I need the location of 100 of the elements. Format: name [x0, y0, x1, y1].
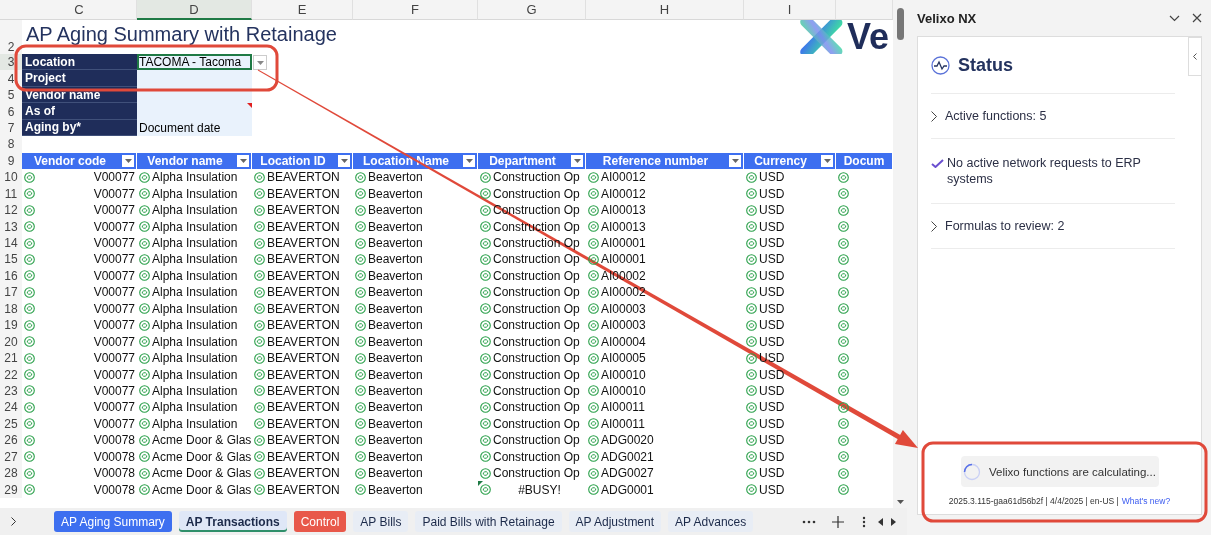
- dropdown-button[interactable]: [253, 55, 267, 70]
- sheet-tab[interactable]: AP Adjustment: [568, 511, 662, 532]
- table-cell: V00077: [22, 267, 137, 285]
- refresh-icon: [480, 434, 491, 446]
- options-icon[interactable]: [862, 515, 866, 528]
- caret-icon: [340, 158, 348, 163]
- row-number[interactable]: 22: [0, 366, 22, 383]
- row-number[interactable]: 24: [0, 399, 22, 416]
- filter-dropdown-icon[interactable]: [463, 154, 475, 167]
- filter-dropdown-icon[interactable]: [237, 154, 249, 167]
- column-header[interactable]: I: [744, 0, 836, 20]
- row-number[interactable]: 10: [0, 169, 22, 186]
- status-item[interactable]: Formulas to review: 2: [945, 218, 1065, 234]
- table-header[interactable]: Vendor code: [22, 152, 137, 170]
- filter-value[interactable]: TACOMA - Tacoma: [137, 54, 252, 71]
- refresh-icon: [24, 303, 35, 315]
- row-number[interactable]: 29: [0, 481, 22, 498]
- filter-label: Location: [22, 54, 137, 71]
- table-header[interactable]: Vendor name: [137, 152, 252, 170]
- chevron-right-icon[interactable]: [931, 220, 937, 232]
- close-icon[interactable]: [1192, 13, 1202, 23]
- chevron-down-icon[interactable]: [1169, 14, 1180, 22]
- table-cell: Construction Op: [478, 464, 586, 482]
- refresh-icon: [588, 286, 599, 298]
- refresh-icon: [588, 451, 599, 463]
- refresh-icon: [254, 352, 265, 364]
- add-sheet-icon[interactable]: [832, 515, 844, 528]
- sheet-tab[interactable]: Control: [293, 511, 347, 532]
- refresh-icon: [355, 253, 366, 265]
- scrollbar-thumb[interactable]: [896, 8, 904, 40]
- table-cell: Alpha Insulation: [137, 201, 252, 219]
- refresh-icon: [139, 171, 150, 183]
- table-cell: USD: [744, 185, 836, 202]
- row-number[interactable]: 4: [0, 70, 22, 87]
- refresh-icon: [588, 418, 599, 430]
- row-number[interactable]: 19: [0, 317, 22, 334]
- refresh-icon: [24, 253, 35, 265]
- column-header[interactable]: C: [22, 0, 137, 20]
- column-header[interactable]: H: [586, 0, 744, 20]
- refresh-icon: [588, 484, 599, 496]
- row-number[interactable]: 8: [0, 136, 22, 153]
- sheet-tab[interactable]: AP Bills: [353, 511, 409, 532]
- column-header[interactable]: F: [353, 0, 478, 20]
- chevron-right-icon[interactable]: [11, 517, 16, 526]
- status-item[interactable]: Active functions: 5: [945, 108, 1047, 124]
- row-number[interactable]: 17: [0, 284, 22, 301]
- more-icon[interactable]: [802, 519, 816, 524]
- sheet-tab[interactable]: AP Aging Summary: [54, 511, 172, 532]
- filter-dropdown-icon[interactable]: [729, 154, 741, 167]
- table-cell: Beaverton: [353, 481, 478, 498]
- sheet-tab[interactable]: AP Advances: [668, 511, 754, 532]
- table-cell: Construction Op: [478, 251, 586, 268]
- scroll-arrows-icon[interactable]: [878, 517, 896, 526]
- sheet-tab[interactable]: AP Transactions: [178, 511, 287, 532]
- table-header[interactable]: Currency: [744, 152, 836, 170]
- column-header[interactable]: G: [478, 0, 586, 20]
- table-cell: AI00004: [586, 333, 744, 350]
- refresh-icon: [24, 484, 35, 496]
- filter-dropdown-icon[interactable]: [571, 154, 583, 167]
- refresh-icon: [746, 237, 757, 249]
- table-header[interactable]: Department: [478, 152, 586, 170]
- caret-icon: [465, 158, 473, 163]
- table-cell: Beaverton: [353, 317, 478, 334]
- filter-dropdown-icon[interactable]: [338, 154, 350, 167]
- table-cell: V00078: [22, 464, 137, 482]
- table-cell: BEAVERTON: [252, 251, 353, 268]
- table-header[interactable]: Location Name: [353, 152, 478, 170]
- row-number[interactable]: 3: [0, 54, 22, 71]
- sheet-tab[interactable]: Paid Bills with Retainage: [415, 511, 562, 532]
- refresh-icon: [254, 369, 265, 381]
- refresh-icon: [139, 336, 150, 348]
- refresh-icon: [838, 451, 849, 463]
- whats-new-link[interactable]: What's new?: [1121, 496, 1171, 506]
- column-header[interactable]: D: [137, 0, 252, 20]
- table-header[interactable]: Docum: [836, 152, 893, 170]
- filter-dropdown-icon[interactable]: [821, 154, 833, 167]
- table-cell: Construction Op: [478, 267, 586, 285]
- table-header[interactable]: Location ID: [252, 152, 353, 170]
- refresh-icon: [588, 434, 599, 446]
- refresh-icon: [746, 319, 757, 331]
- row-number[interactable]: 20: [0, 333, 22, 350]
- column-header[interactable]: E: [252, 0, 353, 20]
- refresh-icon: [24, 270, 35, 282]
- table-cell: Alpha Insulation: [137, 349, 252, 367]
- row-number[interactable]: 6: [0, 103, 22, 120]
- refresh-icon: [139, 319, 150, 331]
- refresh-icon: [838, 253, 849, 265]
- refresh-icon: [355, 336, 366, 348]
- row-number[interactable]: 2: [0, 20, 22, 54]
- refresh-icon: [746, 171, 757, 183]
- refresh-icon: [355, 303, 366, 315]
- table-cell: V00077: [22, 218, 137, 235]
- chevron-right-icon[interactable]: [931, 110, 937, 122]
- caret-icon: [823, 158, 831, 163]
- table-header[interactable]: Reference number: [586, 152, 744, 170]
- table-cell: Beaverton: [353, 349, 478, 367]
- filter-dropdown-icon[interactable]: [122, 154, 134, 167]
- row-number[interactable]: 15: [0, 251, 22, 268]
- row-number[interactable]: 13: [0, 218, 22, 235]
- row-number[interactable]: 26: [0, 432, 22, 449]
